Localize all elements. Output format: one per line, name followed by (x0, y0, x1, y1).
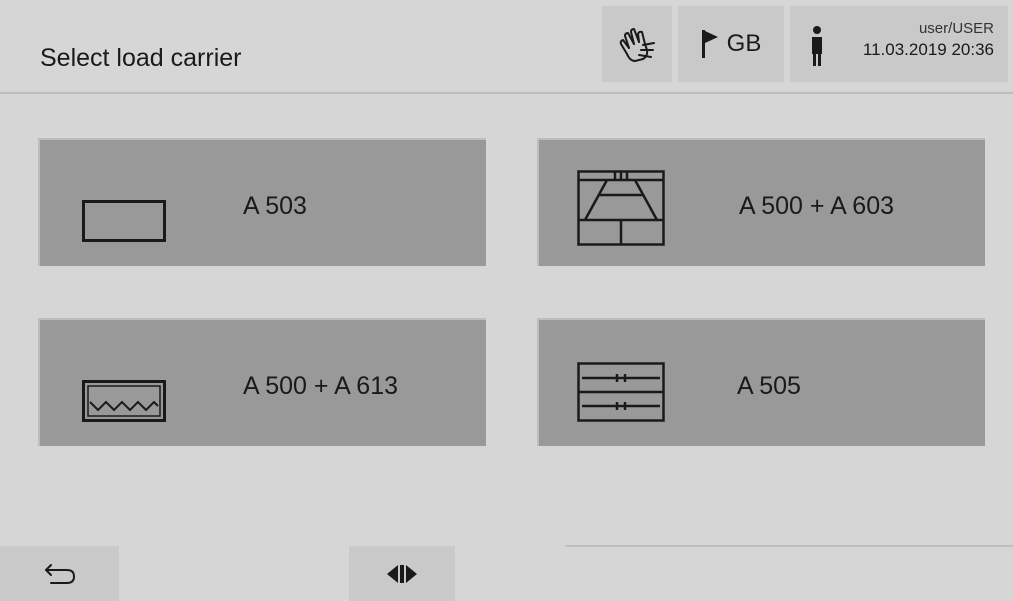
basket-insert-icon (577, 170, 665, 246)
user-button[interactable]: user/USER 11.03.2019 20:36 (790, 6, 1008, 82)
person-icon (812, 26, 822, 66)
footer-divider (565, 545, 1013, 547)
basket-wave-icon (82, 380, 166, 422)
flag-icon (701, 30, 718, 58)
datetime: 11.03.2019 20:36 (862, 40, 994, 59)
page-title: Select load carrier (40, 44, 242, 72)
hand-touch-button[interactable] (602, 6, 672, 82)
header-divider (0, 92, 1013, 94)
back-arrow-icon (44, 563, 75, 584)
language-button[interactable]: GB (678, 6, 784, 82)
header-bar: Select load carrier GB user/USER 11.03.2 (0, 0, 1013, 92)
hand-touch-icon (619, 28, 655, 62)
language-label: GB (726, 30, 762, 57)
split-view-icon (387, 564, 417, 583)
user-name: user/USER (918, 20, 994, 37)
load-carrier-tile-a500-a603[interactable]: A 500 + A 603 (537, 138, 985, 266)
tile-label: A 503 (243, 192, 307, 220)
load-carrier-tile-a505[interactable]: A 505 (537, 318, 985, 446)
split-view-button[interactable] (349, 546, 455, 601)
load-carrier-tile-a500-a613[interactable]: A 500 + A 613 (38, 318, 486, 446)
basket-rectangle-icon (82, 200, 166, 242)
tile-label: A 500 + A 603 (739, 192, 895, 220)
user-info: user/USER 11.03.2019 20:36 (863, 20, 994, 62)
load-carrier-tile-a503[interactable]: A 503 (38, 138, 486, 266)
back-button[interactable] (0, 546, 119, 601)
tile-label: A 500 + A 613 (243, 372, 399, 400)
basket-double-level-icon (577, 362, 665, 422)
tile-label: A 505 (737, 372, 801, 400)
